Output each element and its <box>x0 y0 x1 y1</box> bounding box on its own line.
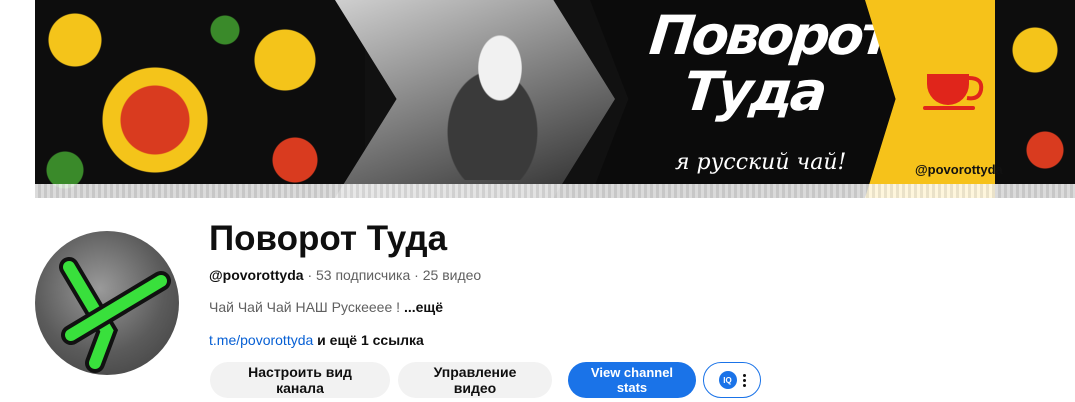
banner-floral-pattern-right <box>995 0 1075 198</box>
more-vert-icon <box>742 373 746 387</box>
meta-separator: · <box>414 267 419 283</box>
channel-banner: Поворот Туда я русский чай! @povorottyda <box>35 0 1075 198</box>
meta-separator: · <box>307 267 313 283</box>
banner-title: Поворот Туда <box>646 4 893 123</box>
extension-menu-button[interactable]: IQ <box>703 362 761 398</box>
channel-avatar[interactable] <box>35 231 179 375</box>
customize-channel-button[interactable]: Настроить вид канала <box>210 362 390 398</box>
avatar-y-mark-icon <box>59 257 171 373</box>
video-count: 25 видео <box>422 267 482 283</box>
view-channel-stats-button[interactable]: View channel stats <box>568 362 696 398</box>
channel-meta: @povorottyda · 53 подписчика · 25 видео <box>209 267 481 283</box>
description-more-link[interactable]: ...ещё <box>404 299 443 315</box>
subscriber-count: 53 подписчика <box>316 267 411 283</box>
tea-cup-icon <box>923 74 984 110</box>
banner-handle: @povorottyda <box>915 162 1003 177</box>
more-links-button[interactable]: и ещё 1 ссылка <box>317 332 424 348</box>
manage-videos-button[interactable]: Управление видео <box>398 362 552 398</box>
channel-description[interactable]: Чай Чай Чай НАШ Рускееее ! ...ещё <box>209 299 443 315</box>
channel-handle: @povorottyda <box>209 267 304 283</box>
telegram-link[interactable]: t.me/povorottyda <box>209 332 313 348</box>
banner-floral-pattern <box>35 0 365 198</box>
channel-links: t.me/povorottyda и ещё 1 ссылка <box>209 332 424 348</box>
banner-photo-figure <box>425 20 575 180</box>
banner-torn-edge <box>35 184 1075 198</box>
iq-extension-icon: IQ <box>718 371 737 389</box>
banner-tagline: я русский чай! <box>675 150 847 175</box>
description-text: Чай Чай Чай НАШ Рускееее ! <box>209 299 401 315</box>
channel-name: Поворот Туда <box>209 219 448 258</box>
